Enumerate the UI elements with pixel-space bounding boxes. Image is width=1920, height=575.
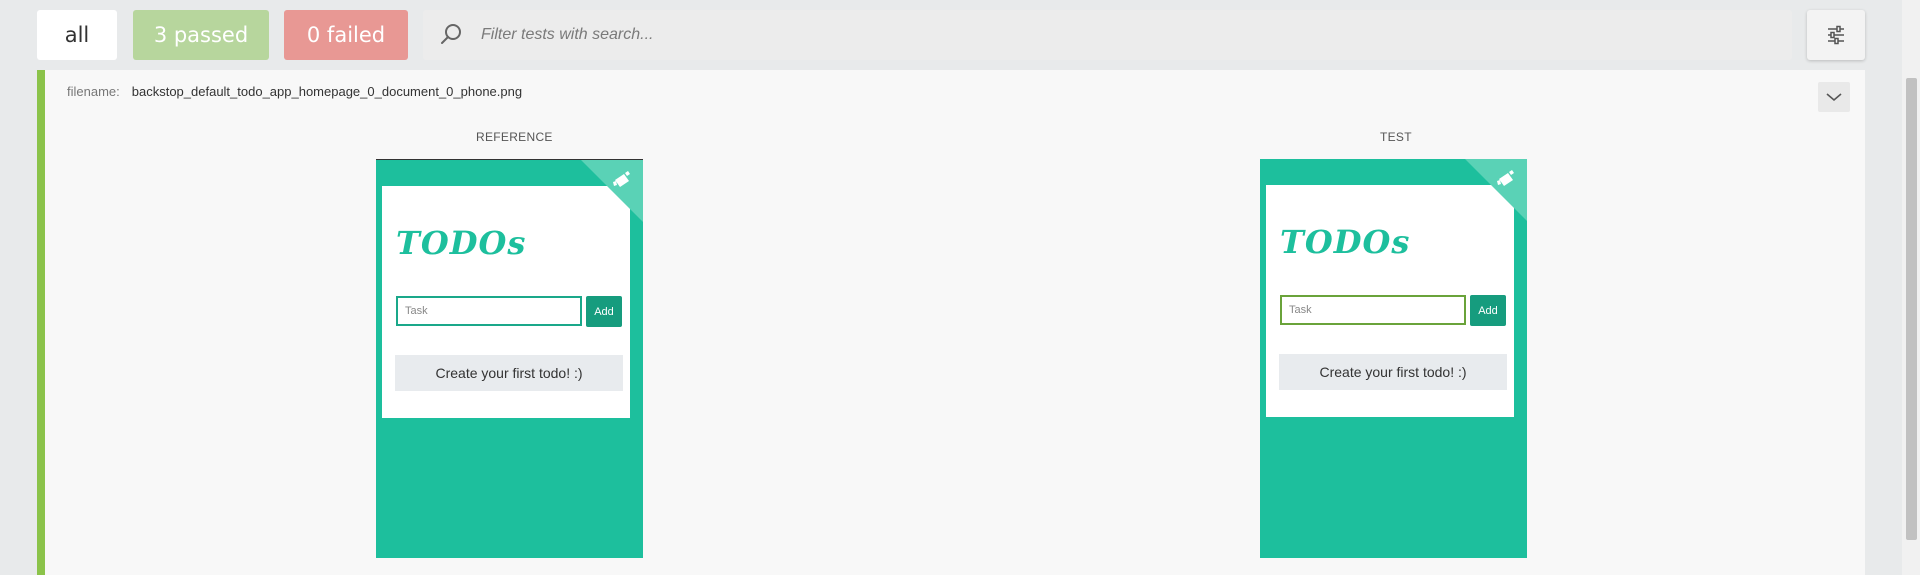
chevron-down-icon (1826, 93, 1842, 102)
empty-message: Create your first todo! :) (1279, 354, 1507, 390)
filename-value: backstop_default_todo_app_homepage_0_doc… (131, 84, 523, 99)
status-accent-bar (37, 70, 45, 575)
test-screenshot[interactable]: TODOs Task Add Create your first todo! :… (1260, 159, 1527, 558)
scrollbar-thumb[interactable] (1906, 78, 1917, 540)
search-icon (441, 24, 461, 44)
vertical-scrollbar[interactable] (1902, 0, 1920, 575)
add-button: Add (1470, 295, 1506, 326)
test-label: TEST (1380, 130, 1412, 144)
settings-button[interactable] (1807, 10, 1865, 60)
task-input: Task (396, 296, 582, 326)
reference-screenshot[interactable]: TODOs Task Add Create your first todo! :… (376, 159, 643, 558)
app-title: TODOs (1280, 223, 1411, 261)
filter-toolbar: all 3 passed 0 failed (37, 10, 1865, 60)
add-button: Add (586, 296, 622, 327)
app-title: TODOs (396, 224, 527, 262)
filter-passed-button[interactable]: 3 passed (133, 10, 269, 60)
search-input[interactable] (481, 26, 1681, 44)
filter-failed-button[interactable]: 0 failed (284, 10, 408, 60)
test-report-card: filename: backstop_default_todo_app_home… (37, 70, 1865, 575)
ribbon-cup-icon (1497, 170, 1514, 186)
task-input: Task (1280, 295, 1466, 325)
filter-all-button[interactable]: all (37, 10, 117, 60)
ribbon-cup-icon (613, 171, 630, 187)
search-bar (423, 10, 1792, 60)
reference-label: REFERENCE (476, 130, 553, 144)
settings-sliders-icon (1828, 25, 1844, 45)
filename-row: filename: backstop_default_todo_app_home… (67, 84, 522, 99)
filename-label: filename: (67, 84, 120, 99)
collapse-button[interactable] (1818, 82, 1850, 112)
empty-message: Create your first todo! :) (395, 355, 623, 391)
